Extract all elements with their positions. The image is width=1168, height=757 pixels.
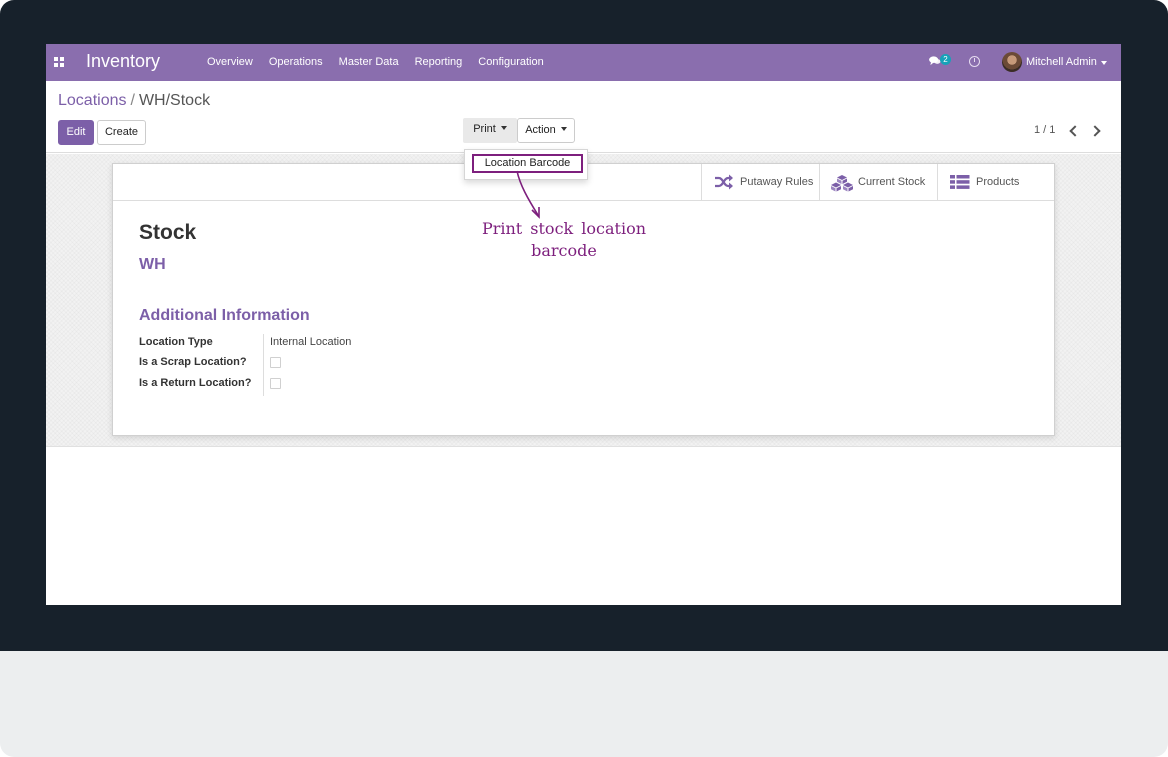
breadcrumb: Locations / WH/Stock — [58, 92, 210, 110]
pager-value[interactable]: 1 / 1 — [1034, 124, 1055, 136]
return-location-checkbox[interactable] — [270, 378, 281, 389]
apps-menu-icon[interactable] — [54, 57, 65, 68]
form-background: Putaway Rules Current Stock Products Sto… — [46, 154, 1121, 447]
list-icon — [950, 175, 970, 189]
breadcrumb-separator: / — [130, 92, 135, 109]
location-type-label: Location Type — [139, 336, 213, 348]
products-button[interactable]: Products — [937, 164, 1054, 200]
location-type-value: Internal Location — [270, 336, 352, 348]
create-button[interactable]: Create — [97, 120, 146, 145]
return-location-label: Is a Return Location? — [139, 377, 252, 389]
parent-location[interactable]: WH — [139, 256, 166, 274]
edit-button[interactable]: Edit — [58, 120, 94, 145]
caret-down-icon — [500, 126, 507, 130]
action-dropdown-button[interactable]: Action — [517, 118, 575, 143]
putaway-rules-button[interactable]: Putaway Rules — [701, 164, 819, 200]
monitor-chin — [0, 651, 1168, 757]
monitor-frame: Inventory Overview Operations Master Dat… — [0, 0, 1168, 757]
menu-item-overview[interactable]: Overview — [199, 44, 261, 81]
annotation-text: Print stock location barcode — [481, 219, 647, 260]
current-stock-label: Current Stock — [858, 176, 926, 188]
action-label: Action — [525, 124, 556, 136]
shuffle-icon — [715, 174, 733, 190]
print-dropdown-button[interactable]: Print — [463, 118, 517, 143]
pager-previous-icon[interactable] — [1069, 125, 1081, 137]
control-panel: Locations / WH/Stock Edit Create Print Act… — [46, 81, 1121, 153]
print-label: Print — [473, 123, 496, 135]
products-label: Products — [976, 176, 1020, 188]
putaway-rules-label: Putaway Rules — [740, 176, 814, 188]
top-navbar: Inventory Overview Operations Master Dat… — [46, 44, 1121, 81]
app-title[interactable]: Inventory — [86, 51, 160, 72]
breadcrumb-current: WH/Stock — [138, 92, 211, 109]
current-stock-button[interactable]: Current Stock — [819, 164, 937, 200]
main-menu: Overview Operations Master Data Reportin… — [199, 44, 552, 81]
message-count-badge: 2 — [940, 54, 951, 65]
form-sheet: Putaway Rules Current Stock Products Sto… — [112, 163, 1055, 436]
location-name: Stock — [139, 221, 197, 244]
menu-item-configuration[interactable]: Configuration — [470, 44, 551, 81]
user-caret-icon[interactable] — [1101, 61, 1107, 65]
field-divider — [263, 334, 264, 396]
cubes-icon — [831, 175, 853, 192]
menu-item-master-data[interactable]: Master Data — [331, 44, 407, 81]
menu-item-reporting[interactable]: Reporting — [407, 44, 471, 81]
annotation-arrow-icon — [516, 170, 540, 219]
app-screen: Inventory Overview Operations Master Dat… — [46, 44, 1121, 605]
menu-item-operations[interactable]: Operations — [261, 44, 331, 81]
activity-clock-icon[interactable] — [969, 56, 980, 67]
section-title: Additional Information — [139, 307, 310, 324]
breadcrumb-locations[interactable]: Locations — [58, 92, 127, 109]
user-avatar[interactable] — [1002, 52, 1022, 72]
scrap-location-checkbox[interactable] — [270, 357, 281, 368]
pager-next-icon[interactable] — [1089, 125, 1101, 137]
caret-down-icon — [560, 127, 567, 131]
scrap-location-label: Is a Scrap Location? — [139, 356, 247, 368]
user-menu[interactable]: Mitchell Admin — [1026, 56, 1097, 68]
